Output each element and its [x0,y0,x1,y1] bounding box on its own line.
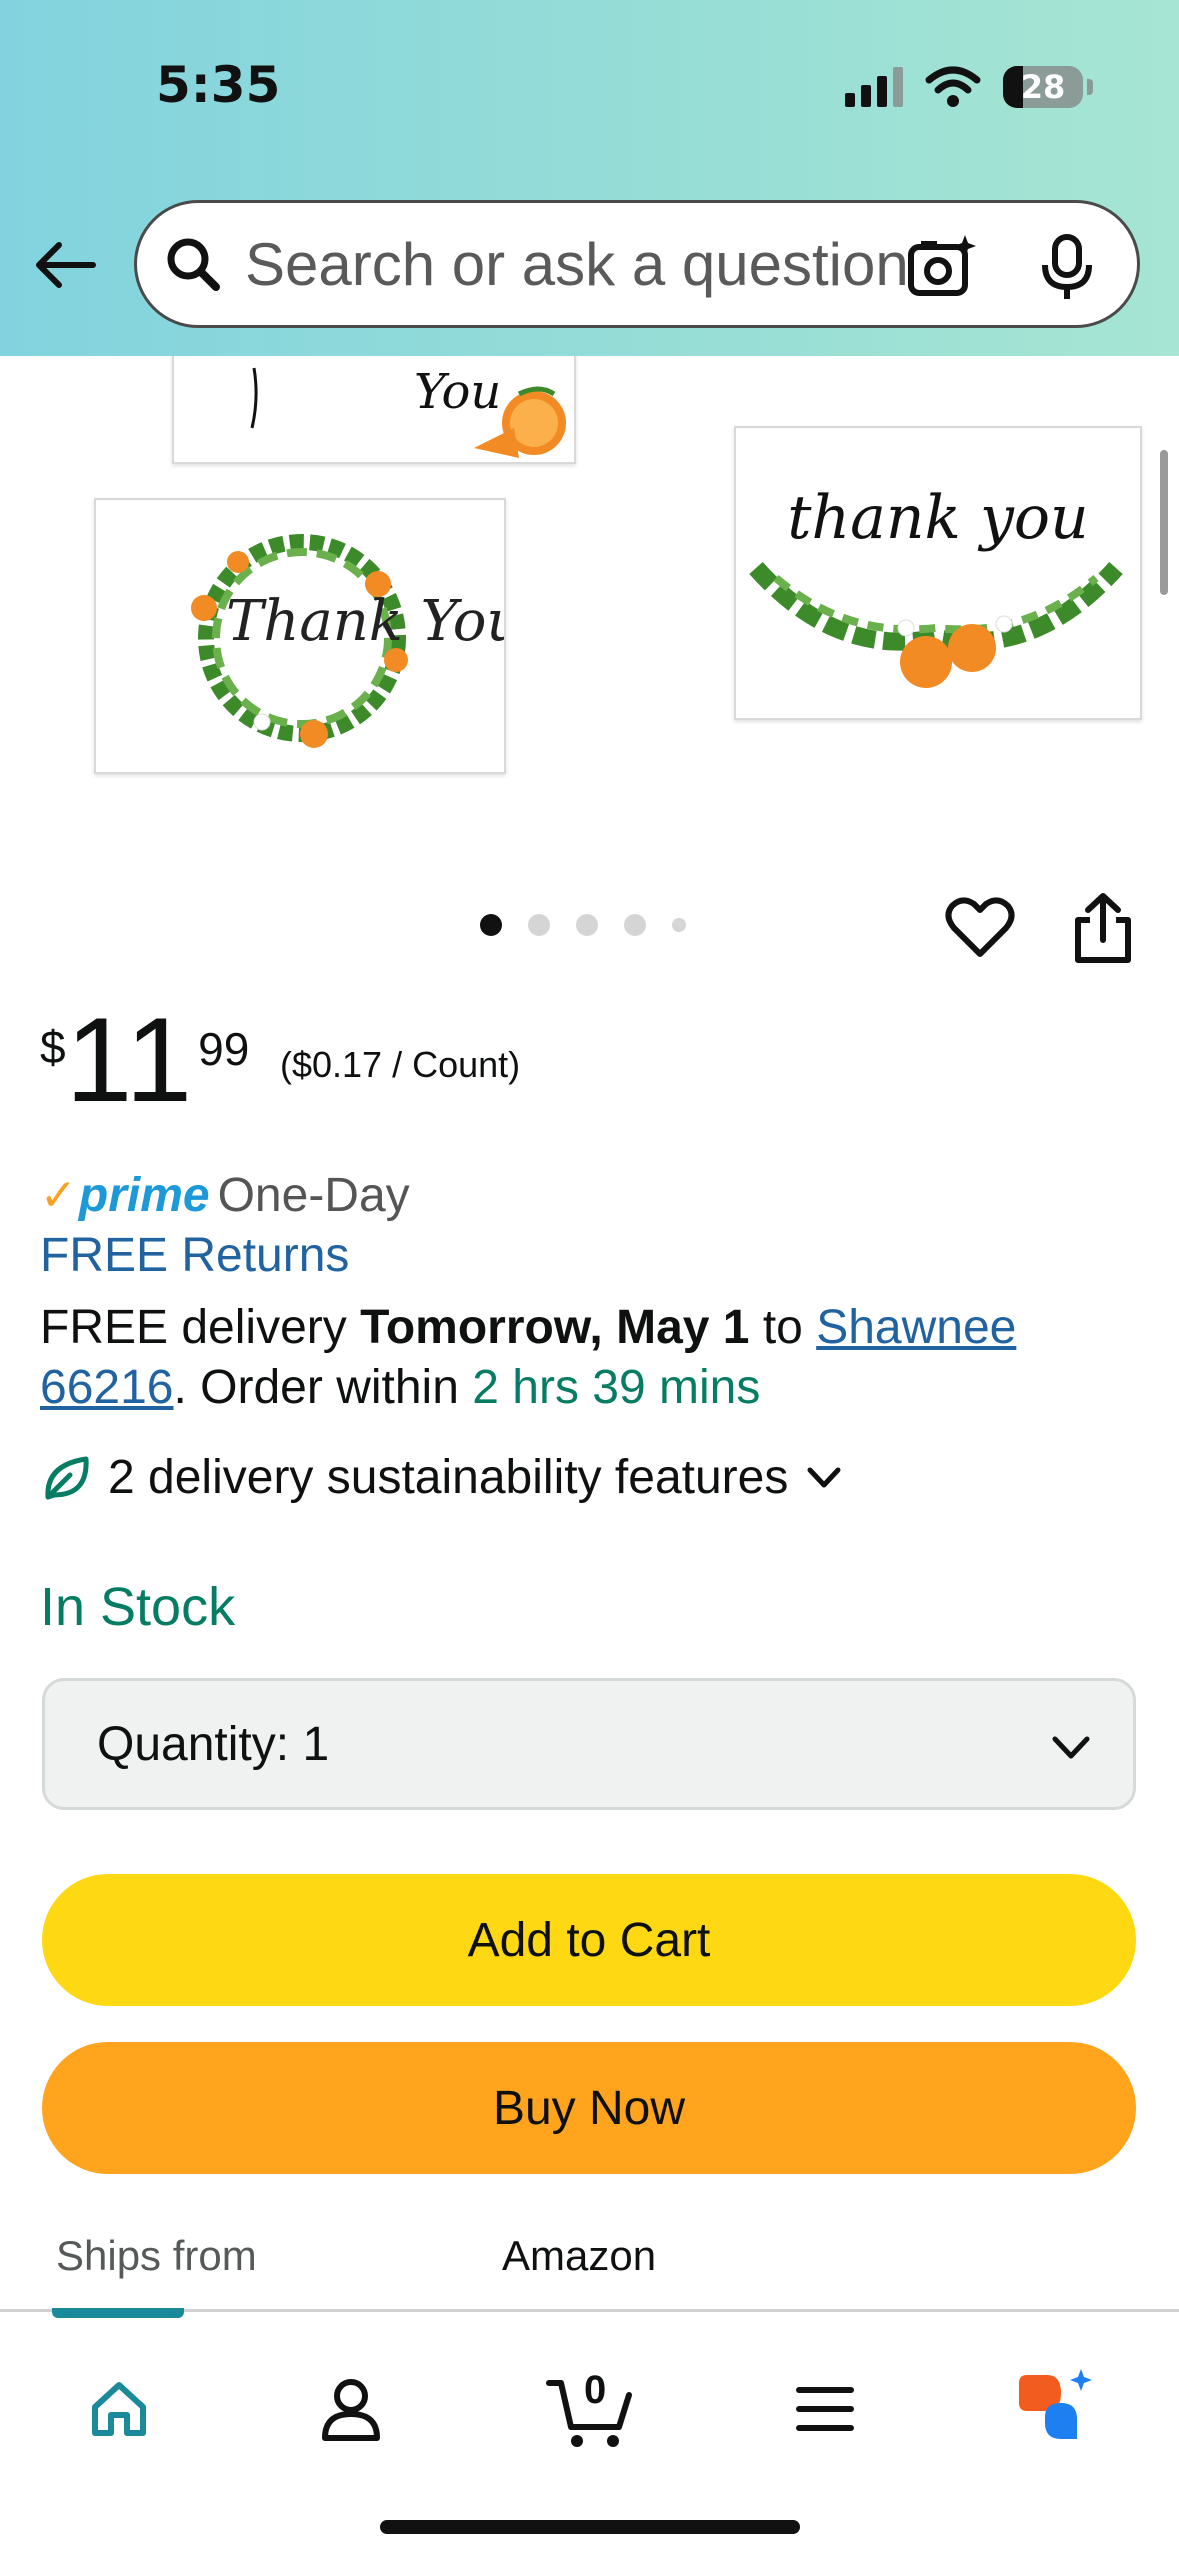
price: $ 11 99 [40,1000,249,1120]
tab-home[interactable] [74,2364,164,2454]
product-image-card: You [172,356,576,464]
product-image-gallery[interactable]: You Thank You thank you [0,356,1179,876]
product-image-card: Thank You [94,498,523,774]
status-icons: 28 [845,62,1093,112]
pagination-dot[interactable] [672,918,686,932]
card-script-text: Thank You [226,589,504,654]
quantity-label: Quantity: 1 [97,1717,330,1771]
delivery-countdown: 2 hrs 39 mins [472,1361,761,1414]
account-icon [322,2379,380,2441]
back-button[interactable] [30,230,100,300]
status-time: 5:35 [156,56,281,114]
search-input[interactable]: Search or ask a question [245,230,945,299]
chevron-down-icon [1052,1736,1090,1759]
prime-logo: prime [78,1169,210,1222]
search-bar[interactable]: Search or ask a question [134,200,1140,328]
rufus-icon [1019,2369,1092,2439]
tab-account[interactable] [306,2364,396,2454]
home-icon [92,2382,146,2436]
add-to-cart-button[interactable]: Add to Cart [42,1874,1136,2006]
sustainability-label: 2 delivery sustainability features [108,1451,789,1504]
mic-icon[interactable] [1037,233,1097,303]
ships-from-label: Ships from [56,2232,257,2279]
header: 5:35 28 Search or ask a question [0,0,1179,356]
card-script-text: You [414,364,501,420]
leaf-icon [45,1456,89,1499]
chevron-down-icon [807,1467,841,1487]
share-button[interactable] [1070,890,1136,966]
back-arrow-icon [36,242,96,288]
wifi-icon [925,66,981,107]
battery-tip [1087,79,1093,95]
quantity-select[interactable]: Quantity: 1 [42,1678,1136,1810]
search-icon [163,234,223,294]
price-whole: 11 [65,993,195,1127]
menu-icon [796,2387,854,2431]
share-icon [1075,893,1131,963]
stock-status: In Stock [40,1577,236,1637]
pagination-dot[interactable] [480,914,502,936]
delivery-date: Tomorrow, May 1 [360,1301,750,1354]
cart-count: 0 [584,2368,607,2412]
buy-now-button[interactable]: Buy Now [42,2042,1136,2174]
scrollbar[interactable] [1160,450,1168,595]
pagination-dot[interactable] [576,914,598,936]
image-pagination-dots[interactable] [480,914,686,936]
tab-rufus[interactable] [1008,2364,1098,2454]
unit-price: ($0.17 / Count) [280,1044,521,1085]
product-image-card: thank you [734,426,1142,720]
delivery-info: FREE delivery Tomorrow, May 1 to Shawnee… [40,1301,1017,1414]
tab-menu[interactable] [780,2364,870,2454]
pagination-dot[interactable] [624,914,646,936]
sustainability-features-toggle[interactable]: 2 delivery sustainability features [40,1450,844,1505]
bottom-nav: 0 [0,2308,1179,2556]
prime-check-icon: ✓ [40,1171,77,1220]
battery-icon: 28 [1003,66,1083,108]
pagination-dot[interactable] [528,914,550,936]
price-symbol: $ [40,1021,66,1073]
price-fraction: 99 [198,1023,250,1075]
ships-from-value: Amazon [502,2232,657,2279]
wishlist-button[interactable] [944,892,1016,964]
card-script-text: thank you [787,483,1088,553]
camera-icon[interactable] [907,233,977,303]
free-returns-link[interactable]: FREE Returns [40,1228,349,1283]
signal-icon [845,67,903,107]
tab-cart[interactable]: 0 [540,2364,640,2454]
prime-one-day: One-Day [217,1169,410,1222]
active-tab-indicator [52,2308,184,2318]
home-indicator [380,2520,800,2534]
heart-icon [945,897,1015,957]
prime-badge: ✓ prime One-Day [40,1168,410,1223]
